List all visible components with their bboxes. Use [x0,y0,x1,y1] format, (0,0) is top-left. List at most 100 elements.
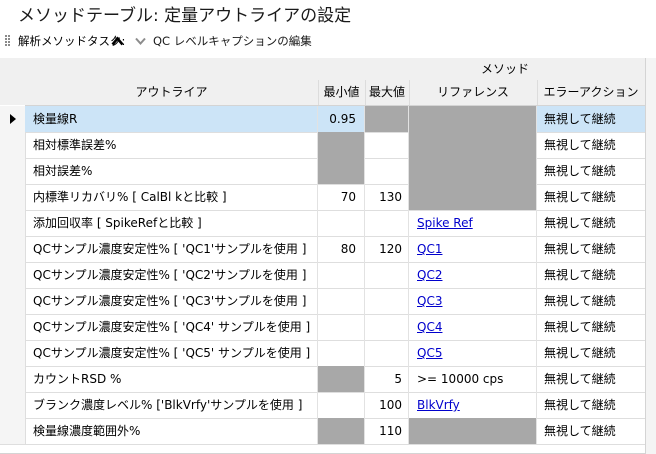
max-value-cell[interactable] [365,314,409,340]
min-value-cell[interactable] [318,158,365,184]
reference-cell[interactable] [409,106,537,132]
row-header[interactable] [0,132,26,158]
outlier-name-cell[interactable]: 検量線濃度範囲外% [25,418,318,444]
error-action-cell[interactable]: 無視して継続 [537,366,645,392]
reference-link[interactable]: QC2 [417,268,442,282]
max-value-cell[interactable]: 100 [365,392,409,418]
reference-cell[interactable] [409,158,537,184]
min-value-cell[interactable] [318,210,365,236]
reference-cell[interactable] [409,418,537,444]
reference-cell[interactable]: QC3 [409,288,537,314]
row-header[interactable] [0,314,26,340]
outlier-name-cell[interactable]: ブランク濃度レベル% ['BlkVrfy'サンプルを使用 ] [25,392,318,418]
reference-cell[interactable]: QC5 [409,340,537,366]
row-header[interactable] [0,418,26,444]
max-value-cell[interactable]: 120 [365,236,409,262]
table-row[interactable]: 検量線濃度範囲外% 110 無視して継続 [0,418,645,445]
row-header[interactable] [0,236,26,262]
max-value-cell[interactable] [365,158,409,184]
outlier-name-cell[interactable]: 内標準リカバリ% [ CalBl kと比較 ] [25,184,318,210]
reference-link[interactable]: QC4 [417,320,442,334]
reference-link[interactable]: QC1 [417,242,442,256]
max-value-cell[interactable]: 110 [365,418,409,444]
max-value-cell[interactable] [365,262,409,288]
column-header-outlier[interactable]: アウトライア [25,80,319,105]
error-action-cell[interactable]: 無視して継続 [537,288,645,314]
row-header[interactable] [0,366,26,392]
reference-cell[interactable]: QC4 [409,314,537,340]
outlier-name-cell[interactable]: QCサンプル濃度安定性% [ 'QC2'サンプルを使用 ] [25,262,318,288]
min-value-cell[interactable]: 70 [318,184,365,210]
min-value-cell[interactable]: 80 [318,236,365,262]
min-value-cell[interactable] [318,262,365,288]
toolbar-grip[interactable] [5,35,10,47]
reference-link[interactable]: Spike Ref [417,216,473,230]
reference-cell[interactable] [409,132,537,158]
table-row[interactable]: カウントRSD % 5 >= 10000 cps 無視して継続 [0,366,645,393]
row-header[interactable] [0,340,26,366]
table-row[interactable]: ブランク濃度レベル% ['BlkVrfy'サンプルを使用 ] 100 BlkVrfy… [0,392,645,419]
reference-cell[interactable]: >= 10000 cps [409,366,537,392]
error-action-cell[interactable]: 無視して継続 [537,262,645,288]
reference-cell[interactable]: QC2 [409,262,537,288]
error-action-cell[interactable]: 無視して継続 [537,158,645,184]
max-value-cell[interactable]: 5 [365,366,409,392]
table-row[interactable]: QCサンプル濃度安定性% [ 'QC3'サンプルを使用 ] QC3 無視して継続 [0,288,645,315]
error-action-cell[interactable]: 無視して継続 [537,106,645,132]
outlier-name-cell[interactable]: QCサンプル濃度安定性% [ 'QC4' サンプルを使用 ] [25,314,318,340]
error-action-cell[interactable]: 無視して継続 [537,210,645,236]
error-action-cell[interactable]: 無視して継続 [537,184,645,210]
outlier-name-cell[interactable]: 相対誤差% [25,158,318,184]
min-value-cell[interactable] [318,366,365,392]
move-up-icon[interactable] [111,36,124,46]
table-row[interactable]: 内標準リカバリ% [ CalBl kと比較 ] 70 130 無視して継続 [0,184,645,211]
max-value-cell[interactable] [365,340,409,366]
min-value-cell[interactable] [318,132,365,158]
error-action-cell[interactable]: 無視して継続 [537,314,645,340]
reference-link[interactable]: QC5 [417,346,442,360]
row-header[interactable] [0,158,26,184]
max-value-cell[interactable] [365,210,409,236]
max-value-cell[interactable] [365,106,409,132]
min-value-cell[interactable] [318,418,365,444]
reference-cell[interactable]: Spike Ref [409,210,537,236]
table-row[interactable]: QCサンプル濃度安定性% [ 'QC4' サンプルを使用 ] QC4 無視して継続 [0,314,645,341]
table-row[interactable]: QCサンプル濃度安定性% [ 'QC1'サンプルを使用 ] 80 120 QC1 無視し… [0,236,645,263]
min-value-cell[interactable] [318,340,365,366]
outlier-name-cell[interactable]: カウントRSD % [25,366,318,392]
min-value-cell[interactable] [318,392,365,418]
outlier-name-cell[interactable]: QCサンプル濃度安定性% [ 'QC1'サンプルを使用 ] [25,236,318,262]
table-row[interactable]: 添加回収率 [ SpikeRefと比較 ] Spike Ref 無視して継続 [0,210,645,237]
vertical-scrollbar[interactable] [646,58,656,454]
error-action-cell[interactable]: 無視して継続 [537,236,645,262]
error-action-cell[interactable]: 無視して継続 [537,392,645,418]
row-header[interactable] [0,184,26,210]
outlier-name-cell[interactable]: 添加回収率 [ SpikeRefと比較 ] [25,210,318,236]
min-value-cell[interactable] [318,288,365,314]
reference-link[interactable]: BlkVrfy [417,398,460,412]
row-header[interactable] [0,210,26,236]
error-action-cell[interactable]: 無視して継続 [537,132,645,158]
column-header-error-action[interactable]: エラーアクション [537,80,645,105]
outlier-name-cell[interactable]: 検量線R [25,106,318,132]
table-row[interactable]: QCサンプル濃度安定性% [ 'QC5' サンプルを使用 ] QC5 無視して継続 [0,340,645,367]
max-value-cell[interactable]: 130 [365,184,409,210]
reference-link[interactable]: QC3 [417,294,442,308]
error-action-cell[interactable]: 無視して継続 [537,340,645,366]
outlier-name-cell[interactable]: QCサンプル濃度安定性% [ 'QC3'サンプルを使用 ] [25,288,318,314]
column-header-max[interactable]: 最大値 [365,80,410,105]
reference-cell[interactable]: QC1 [409,236,537,262]
min-value-cell[interactable]: 0.95 [318,106,365,132]
row-header[interactable] [0,288,26,314]
max-value-cell[interactable] [365,288,409,314]
column-header-min[interactable]: 最小値 [318,80,366,105]
row-header[interactable] [0,106,26,132]
column-header-reference[interactable]: リファレンス [409,80,538,105]
move-down-icon[interactable] [134,36,147,46]
min-value-cell[interactable] [318,314,365,340]
edit-qc-caption-button[interactable]: QC レベルキャプションの編集 [153,31,312,51]
reference-cell[interactable]: BlkVrfy [409,392,537,418]
outlier-name-cell[interactable]: 相対標準誤差% [25,132,318,158]
max-value-cell[interactable] [365,132,409,158]
error-action-cell[interactable]: 無視して継続 [537,418,645,444]
